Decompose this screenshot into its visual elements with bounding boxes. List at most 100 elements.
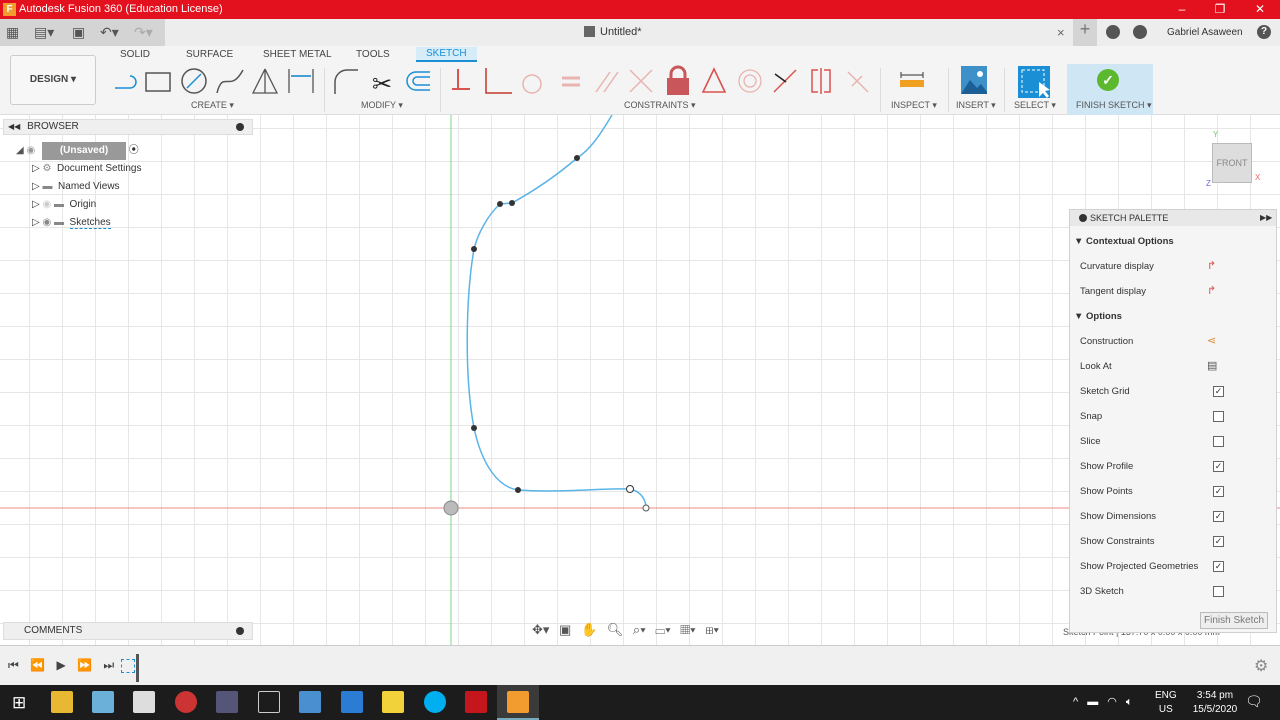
viewports-icon[interactable]: ⊞▾ bbox=[705, 622, 719, 637]
line-tool-icon[interactable] bbox=[115, 75, 137, 89]
app-icon[interactable] bbox=[92, 691, 114, 713]
user-name[interactable]: Gabriel Asaween bbox=[1167, 27, 1243, 38]
measure-icon[interactable] bbox=[898, 68, 926, 92]
skype-icon[interactable] bbox=[424, 691, 446, 713]
browser-options-icon[interactable] bbox=[236, 123, 244, 131]
insert-menu[interactable]: INSERT ▾ bbox=[956, 100, 996, 111]
trim-icon[interactable]: ✂ bbox=[372, 71, 392, 98]
go-to-end-icon[interactable]: ⏭ bbox=[103, 658, 114, 672]
grid-settings-icon[interactable]: ▦▾ bbox=[680, 622, 695, 637]
expand-palette-icon[interactable]: ▶▶ bbox=[1260, 210, 1272, 226]
save-icon[interactable]: ▣ bbox=[72, 24, 85, 41]
concentric-constraint-icon[interactable] bbox=[738, 69, 762, 93]
help-button[interactable]: ? bbox=[1257, 25, 1271, 39]
app-icon[interactable] bbox=[341, 691, 363, 713]
finish-sketch-button[interactable]: ✓ FINISH SKETCH ▾ bbox=[1067, 64, 1153, 115]
spline-fit-points[interactable] bbox=[471, 155, 580, 493]
select-menu[interactable]: SELECT ▾ bbox=[1014, 100, 1056, 111]
notifications-icon[interactable]: 🗨︎ bbox=[1245, 693, 1263, 710]
tree-item-document-settings[interactable]: ▷ ⚙ Document Settings bbox=[16, 160, 256, 178]
grid-menu-icon[interactable]: ▦ bbox=[6, 24, 19, 41]
constraints-menu[interactable]: CONSTRAINTS ▾ bbox=[624, 100, 696, 111]
midpoint-constraint-icon[interactable] bbox=[701, 67, 727, 93]
close-button[interactable]: ✕ bbox=[1240, 0, 1280, 19]
pan-icon[interactable]: ✋ bbox=[581, 622, 597, 637]
zoom-window-icon[interactable]: ⌕▾ bbox=[633, 622, 646, 637]
fusion-taskbar-item[interactable] bbox=[497, 685, 539, 720]
orbit-icon[interactable]: ✥▾ bbox=[532, 622, 549, 637]
sticky-notes-icon[interactable] bbox=[382, 691, 404, 713]
horizontal-vertical-constraint-icon[interactable] bbox=[452, 69, 470, 90]
perpendicular-constraint-icon[interactable] bbox=[629, 69, 653, 93]
display-settings-icon[interactable]: ▭▾ bbox=[655, 622, 670, 637]
tab-sheet-metal[interactable]: SHEET METAL bbox=[263, 49, 332, 60]
app-icon[interactable] bbox=[216, 691, 238, 713]
tangent-constraint-icon[interactable] bbox=[522, 74, 542, 94]
tree-item-named-views[interactable]: ▷ ▬ Named Views bbox=[16, 178, 256, 196]
system-tray[interactable]: ^ ▬ ◠ 🔈︎ bbox=[1073, 695, 1133, 709]
app-icon[interactable] bbox=[175, 691, 197, 713]
palette-checkbox[interactable] bbox=[1213, 586, 1224, 597]
timeline-sketch-item[interactable] bbox=[121, 659, 135, 673]
symmetry-constraint-icon[interactable] bbox=[811, 68, 831, 94]
tab-sketch[interactable]: SKETCH bbox=[416, 47, 477, 62]
tree-root[interactable]: ◢ ◉ (Unsaved) ⦿ bbox=[16, 142, 256, 160]
tab-solid[interactable]: SOLID bbox=[120, 49, 150, 60]
circle-tool-icon[interactable] bbox=[181, 68, 207, 94]
extensions-icon[interactable] bbox=[1106, 25, 1120, 39]
mirror-tool-icon[interactable] bbox=[251, 68, 279, 94]
undo-icon[interactable]: ↶▾ bbox=[100, 24, 119, 41]
minimize-button[interactable]: – bbox=[1162, 0, 1202, 19]
app-icon[interactable] bbox=[299, 691, 321, 713]
job-status-icon[interactable] bbox=[1133, 25, 1147, 39]
tangent-display-icon[interactable]: ↱ bbox=[1207, 284, 1216, 297]
timeline-marker[interactable] bbox=[136, 654, 139, 682]
zoom-icon[interactable]: 🔍︎ bbox=[607, 622, 624, 637]
look-at-icon[interactable]: ▤ bbox=[1207, 359, 1217, 372]
start-button[interactable]: ⊞ bbox=[12, 693, 26, 713]
restore-button[interactable]: ❐ bbox=[1200, 0, 1240, 19]
file-icon[interactable]: ▤▾ bbox=[34, 24, 54, 41]
palette-checkbox[interactable]: ✓ bbox=[1213, 461, 1224, 472]
parallel-constraint-icon[interactable] bbox=[595, 71, 619, 93]
spline-tool-icon[interactable] bbox=[216, 69, 244, 94]
tree-item-origin[interactable]: ▷ ◉ ▬ Origin bbox=[16, 196, 256, 214]
look-at-icon[interactable]: ▣ bbox=[559, 622, 571, 637]
equal-constraint-icon[interactable] bbox=[562, 76, 580, 87]
app-icon[interactable] bbox=[133, 691, 155, 713]
clock[interactable]: 3:54 pm 15/5/2020 bbox=[1190, 689, 1240, 717]
inspect-menu[interactable]: INSPECT ▾ bbox=[891, 100, 937, 111]
palette-checkbox[interactable]: ✓ bbox=[1213, 511, 1224, 522]
workspace-switcher[interactable]: DESIGN ▾ bbox=[10, 55, 96, 105]
modify-menu[interactable]: MODIFY ▾ bbox=[361, 100, 403, 111]
tab-tools[interactable]: TOOLS bbox=[356, 49, 390, 60]
curvature-constraint-icon[interactable] bbox=[847, 71, 869, 93]
close-tab-button[interactable]: × bbox=[1057, 25, 1065, 40]
insert-image-icon[interactable] bbox=[961, 66, 987, 94]
root-component[interactable]: (Unsaved) bbox=[42, 142, 126, 160]
options-section[interactable]: ▼ Options bbox=[1074, 311, 1122, 322]
autocad-icon[interactable] bbox=[465, 691, 487, 713]
palette-options-icon[interactable] bbox=[1079, 214, 1087, 222]
dimension-tool-icon[interactable] bbox=[288, 69, 314, 93]
tree-item-sketches[interactable]: ▷ ◉ ▬ Sketches bbox=[16, 214, 256, 232]
palette-checkbox[interactable]: ✓ bbox=[1213, 386, 1224, 397]
spline-end-point[interactable] bbox=[626, 485, 634, 493]
view-cube-front[interactable]: FRONT bbox=[1217, 158, 1248, 168]
curvature-display-icon[interactable]: ↱ bbox=[1207, 259, 1216, 272]
offset-icon[interactable] bbox=[406, 71, 430, 91]
collapse-browser-icon[interactable]: ◀◀ bbox=[8, 122, 20, 131]
add-comment-icon[interactable] bbox=[236, 627, 244, 635]
new-tab-button[interactable]: + bbox=[1073, 19, 1097, 46]
step-back-icon[interactable]: ⏪ bbox=[30, 658, 45, 672]
fillet-icon[interactable] bbox=[334, 69, 358, 94]
palette-checkbox[interactable] bbox=[1213, 411, 1224, 422]
palette-checkbox[interactable]: ✓ bbox=[1213, 486, 1224, 497]
redo-icon[interactable]: ↷▾ bbox=[134, 24, 153, 41]
construction-icon[interactable]: ⋖ bbox=[1207, 334, 1216, 347]
contextual-options-section[interactable]: ▼ Contextual Options bbox=[1074, 236, 1174, 247]
select-icon[interactable] bbox=[1018, 66, 1051, 99]
palette-checkbox[interactable]: ✓ bbox=[1213, 536, 1224, 547]
tab-surface[interactable]: SURFACE bbox=[186, 49, 233, 60]
create-menu[interactable]: CREATE ▾ bbox=[191, 100, 234, 111]
